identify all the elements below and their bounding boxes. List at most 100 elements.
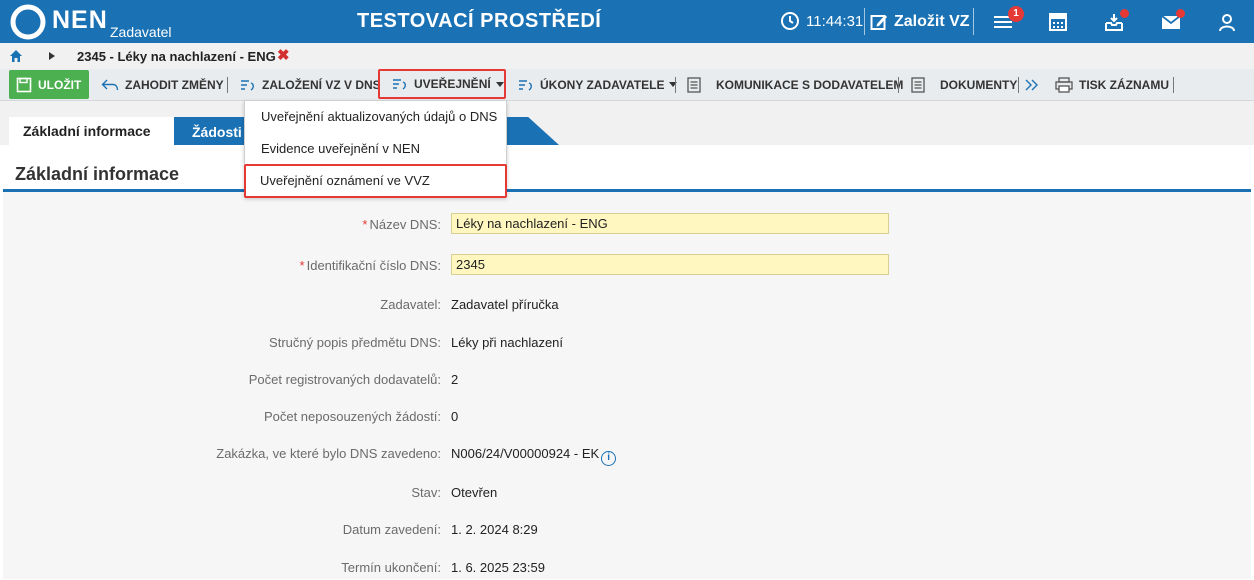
publish-dropdown-menu: Uveřejnění aktualizovaných údajů o DNS E…: [244, 100, 507, 198]
breadcrumb-title[interactable]: 2345 - Léky na nachlazení - ENG: [77, 49, 276, 64]
user-icon[interactable]: [1216, 11, 1238, 33]
pending-label: Počet neposouzených žádostí:: [263, 409, 441, 424]
end-value: 1. 6. 2025 23:59: [451, 560, 545, 575]
id-field[interactable]: 2345: [451, 254, 889, 275]
new-vz-label: Založit VZ: [894, 13, 970, 30]
edit-icon: [870, 15, 887, 30]
mail-alert-dot: [1176, 9, 1185, 18]
tab-basic-info[interactable]: Základní informace: [9, 117, 174, 145]
end-label: Termín ukončení:: [341, 560, 441, 575]
communication-button[interactable]: KOMUNIKACE S DODAVATELEM: [686, 69, 903, 100]
toolbar-divider: [675, 77, 676, 93]
brand-subtitle: Zadavatel: [110, 24, 172, 40]
toolbar-divider: [227, 77, 228, 93]
header-divider: [864, 8, 865, 35]
clock-icon: [781, 12, 799, 30]
calculator-icon[interactable]: [1047, 11, 1069, 33]
tab-bar: Základní informace Žádosti o NS: [0, 101, 1254, 145]
list-flow-icon: [393, 79, 406, 90]
discard-changes-button[interactable]: ZAHODIT ZMĚNY: [101, 69, 224, 100]
create-vz-label: ZALOŽENÍ VZ V DNS: [262, 77, 381, 92]
save-label: ULOŽIT: [38, 77, 82, 92]
publish-label: UVEŘEJNĚNÍ: [414, 77, 491, 91]
chevron-down-icon: [495, 81, 504, 87]
communication-label: KOMUNIKACE S DODAVATELEM: [716, 77, 904, 92]
suppliers-value: 2: [451, 372, 459, 387]
description-label: Stručný popis předmětu DNS:: [269, 335, 441, 350]
header-divider: [973, 8, 974, 35]
section-title: Základní informace: [15, 164, 180, 184]
toolbar: ULOŽIT ZAHODIT ZMĚNY ZALOŽENÍ VZ V DNS U…: [0, 69, 1254, 101]
name-field[interactable]: Léky na nachlazení - ENG: [451, 213, 889, 234]
form-row-state: Stav: Otevřen: [3, 481, 1251, 505]
more-actions-button[interactable]: [1024, 69, 1040, 100]
breadcrumb: 2345 - Léky na nachlazení - ENG ✖: [0, 43, 1254, 69]
environment-title: TESTOVACÍ PROSTŘEDÍ: [357, 10, 602, 32]
brand-name: NEN: [52, 6, 108, 34]
menu-item-publish-updated-dns[interactable]: Uveřejnění aktualizovaných údajů o DNS: [245, 101, 506, 133]
menu-item-publish-evidence-nen[interactable]: Evidence uveřejnění v NEN: [245, 133, 506, 165]
documents-label: DOKUMENTY: [940, 77, 1018, 92]
nen-logo-icon[interactable]: [10, 4, 46, 40]
contract-label: Zakázka, ve které bylo DNS zavedeno:: [216, 446, 441, 461]
actions-label: ÚKONY ZADAVATELE: [540, 77, 665, 92]
top-header: NEN Zadavatel TESTOVACÍ PROSTŘEDÍ 11:44:…: [0, 0, 1254, 43]
contract-value: N006/24/V00000924 - EK: [451, 446, 600, 461]
save-icon: [16, 77, 32, 92]
submitter-label: Zadavatel:: [380, 297, 441, 312]
notification-badge: 1: [1008, 6, 1024, 22]
printer-icon: [1055, 76, 1073, 93]
publish-menu-button[interactable]: UVEŘEJNĚNÍ: [378, 69, 506, 99]
state-value: Otevřen: [451, 485, 498, 500]
form-row-suppliers: Počet registrovaných dodavatelů: 2: [3, 368, 1251, 392]
new-vz-button[interactable]: Založit VZ: [870, 11, 970, 33]
print-record-button[interactable]: TISK ZÁZNAMU: [1055, 69, 1169, 100]
main-content: Základní informace * Název DNS: Léky na n…: [3, 145, 1251, 579]
name-label-text: Název DNS:: [369, 217, 441, 232]
form-row-submitter: Zadavatel: Zadavatel příručka: [3, 293, 1251, 317]
suppliers-label: Počet registrovaných dodavatelů:: [248, 372, 441, 387]
toolbar-divider: [1173, 77, 1174, 93]
chevron-down-icon: [669, 82, 678, 87]
form-row-pending: Počet neposouzených žádostí: 0: [3, 405, 1251, 429]
form-row-end: Termín ukončení: 1. 6. 2025 23:59: [3, 556, 1251, 580]
pending-value: 0: [451, 409, 459, 424]
documents-button[interactable]: DOKUMENTY: [910, 69, 1017, 100]
basic-info-form: * Název DNS: Léky na nachlazení - ENG * Id…: [3, 192, 1251, 579]
state-label: Stav:: [411, 485, 441, 500]
toolbar-divider: [1018, 77, 1019, 93]
id-label: * Identifikační číslo DNS:: [300, 258, 441, 273]
date-value: 1. 2. 2024 8:29: [451, 522, 538, 537]
name-label: * Název DNS:: [362, 217, 441, 232]
form-row-id: * Identifikační číslo DNS: 2345: [3, 254, 1251, 278]
required-mark: *: [299, 258, 305, 273]
close-tab-icon[interactable]: ✖: [277, 46, 290, 64]
document-icon: [911, 76, 925, 93]
menu-item-publish-notice-vvz[interactable]: Uveřejnění oznámení ve VVZ: [244, 164, 507, 198]
clock-time: 11:44:31: [806, 13, 864, 30]
form-row-description: Stručný popis předmětu DNS: Léky při nac…: [3, 331, 1251, 355]
id-label-text: Identifikační číslo DNS:: [306, 258, 441, 273]
save-button[interactable]: ULOŽIT: [9, 70, 89, 99]
info-icon[interactable]: i: [601, 451, 617, 466]
double-chevron-right-icon: [1025, 79, 1038, 90]
discard-changes-label: ZAHODIT ZMĚNY: [125, 77, 224, 92]
contract-value-wrap: N006/24/V00000924 - EK i: [451, 446, 617, 466]
submitter-value: Zadavatel příručka: [451, 297, 559, 312]
list-flow-icon: [241, 79, 254, 91]
home-icon[interactable]: [9, 49, 23, 63]
form-row-name: * Název DNS: Léky na nachlazení - ENG: [3, 213, 1251, 237]
breadcrumb-arrow-icon[interactable]: [49, 52, 55, 60]
document-icon: [687, 76, 701, 93]
actions-menu-button[interactable]: ÚKONY ZADAVATELE: [518, 69, 678, 100]
inbox-alert-dot: [1120, 9, 1129, 18]
form-row-contract: Zakázka, ve které bylo DNS zavedeno: N00…: [3, 442, 1251, 466]
date-label: Datum zavedení:: [342, 522, 441, 537]
form-row-date: Datum zavedení: 1. 2. 2024 8:29: [3, 518, 1251, 542]
create-vz-button[interactable]: ZALOŽENÍ VZ V DNS: [240, 69, 381, 100]
undo-icon: [101, 79, 119, 90]
required-mark: *: [362, 217, 368, 232]
toolbar-divider: [898, 77, 899, 93]
print-record-label: TISK ZÁZNAMU: [1079, 77, 1169, 92]
description-value: Léky při nachlazení: [451, 335, 564, 350]
